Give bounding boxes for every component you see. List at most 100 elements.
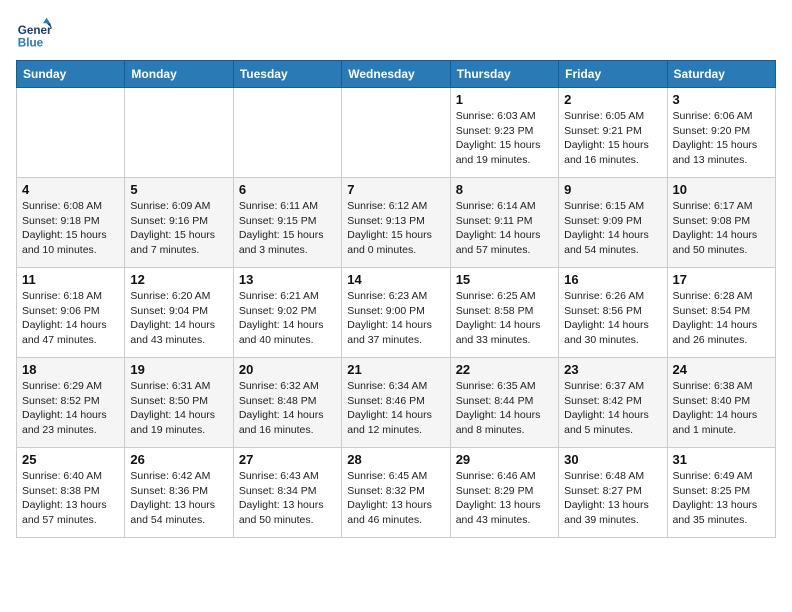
- calendar-header-sunday: Sunday: [17, 61, 125, 88]
- day-info: Sunrise: 6:32 AM Sunset: 8:48 PM Dayligh…: [239, 379, 336, 438]
- calendar-cell: 19 Sunrise: 6:31 AM Sunset: 8:50 PM Dayli…: [125, 358, 233, 448]
- day-number: 27: [239, 452, 336, 467]
- day-info: Sunrise: 6:21 AM Sunset: 9:02 PM Dayligh…: [239, 289, 336, 348]
- calendar-cell: 31 Sunrise: 6:49 AM Sunset: 8:25 PM Dayli…: [667, 448, 775, 538]
- header: General Blue: [16, 16, 776, 52]
- day-number: 22: [456, 362, 553, 377]
- day-info: Sunrise: 6:15 AM Sunset: 9:09 PM Dayligh…: [564, 199, 661, 258]
- calendar-header-tuesday: Tuesday: [233, 61, 341, 88]
- calendar-cell: [125, 88, 233, 178]
- calendar-cell: 15 Sunrise: 6:25 AM Sunset: 8:58 PM Dayli…: [450, 268, 558, 358]
- day-number: 7: [347, 182, 444, 197]
- day-info: Sunrise: 6:09 AM Sunset: 9:16 PM Dayligh…: [130, 199, 227, 258]
- calendar-week-row: 18 Sunrise: 6:29 AM Sunset: 8:52 PM Dayli…: [17, 358, 776, 448]
- calendar-cell: 30 Sunrise: 6:48 AM Sunset: 8:27 PM Dayli…: [559, 448, 667, 538]
- day-number: 25: [22, 452, 119, 467]
- day-info: Sunrise: 6:48 AM Sunset: 8:27 PM Dayligh…: [564, 469, 661, 528]
- calendar-cell: 23 Sunrise: 6:37 AM Sunset: 8:42 PM Dayli…: [559, 358, 667, 448]
- day-number: 11: [22, 272, 119, 287]
- calendar-cell: [17, 88, 125, 178]
- day-number: 18: [22, 362, 119, 377]
- day-info: Sunrise: 6:18 AM Sunset: 9:06 PM Dayligh…: [22, 289, 119, 348]
- calendar-cell: 5 Sunrise: 6:09 AM Sunset: 9:16 PM Daylig…: [125, 178, 233, 268]
- calendar-cell: 2 Sunrise: 6:05 AM Sunset: 9:21 PM Daylig…: [559, 88, 667, 178]
- calendar-cell: 17Sunrise: 6:28 AM Sunset: 8:54 PM Dayli…: [667, 268, 775, 358]
- day-number: 2: [564, 92, 661, 107]
- calendar-cell: 24 Sunrise: 6:38 AM Sunset: 8:40 PM Dayli…: [667, 358, 775, 448]
- day-number: 31: [673, 452, 770, 467]
- calendar-week-row: 1Sunrise: 6:03 AM Sunset: 9:23 PM Daylig…: [17, 88, 776, 178]
- day-info: Sunrise: 6:03 AM Sunset: 9:23 PM Dayligh…: [456, 109, 553, 168]
- day-number: 12: [130, 272, 227, 287]
- day-info: Sunrise: 6:46 AM Sunset: 8:29 PM Dayligh…: [456, 469, 553, 528]
- day-number: 23: [564, 362, 661, 377]
- day-info: Sunrise: 6:20 AM Sunset: 9:04 PM Dayligh…: [130, 289, 227, 348]
- day-number: 20: [239, 362, 336, 377]
- logo: General Blue: [16, 16, 52, 52]
- calendar-cell: 7 Sunrise: 6:12 AM Sunset: 9:13 PM Daylig…: [342, 178, 450, 268]
- day-number: 30: [564, 452, 661, 467]
- day-number: 9: [564, 182, 661, 197]
- day-number: 13: [239, 272, 336, 287]
- calendar-cell: 27 Sunrise: 6:43 AM Sunset: 8:34 PM Dayli…: [233, 448, 341, 538]
- calendar-cell: 6Sunrise: 6:11 AM Sunset: 9:15 PM Daylig…: [233, 178, 341, 268]
- calendar-cell: 8 Sunrise: 6:14 AM Sunset: 9:11 PM Daylig…: [450, 178, 558, 268]
- day-number: 29: [456, 452, 553, 467]
- calendar-cell: 26Sunrise: 6:42 AM Sunset: 8:36 PM Dayli…: [125, 448, 233, 538]
- day-info: Sunrise: 6:45 AM Sunset: 8:32 PM Dayligh…: [347, 469, 444, 528]
- day-info: Sunrise: 6:08 AM Sunset: 9:18 PM Dayligh…: [22, 199, 119, 258]
- calendar-cell: 20 Sunrise: 6:32 AM Sunset: 8:48 PM Dayli…: [233, 358, 341, 448]
- svg-text:General: General: [18, 24, 52, 37]
- day-number: 14: [347, 272, 444, 287]
- calendar-cell: 18 Sunrise: 6:29 AM Sunset: 8:52 PM Dayli…: [17, 358, 125, 448]
- calendar-header-saturday: Saturday: [667, 61, 775, 88]
- calendar-header-friday: Friday: [559, 61, 667, 88]
- calendar-cell: 21 Sunrise: 6:34 AM Sunset: 8:46 PM Dayli…: [342, 358, 450, 448]
- day-info: Sunrise: 6:35 AM Sunset: 8:44 PM Dayligh…: [456, 379, 553, 438]
- calendar-cell: [233, 88, 341, 178]
- day-number: 17: [673, 272, 770, 287]
- day-info: Sunrise: 6:25 AM Sunset: 8:58 PM Dayligh…: [456, 289, 553, 348]
- calendar-cell: 4 Sunrise: 6:08 AM Sunset: 9:18 PM Daylig…: [17, 178, 125, 268]
- day-info: Sunrise: 6:34 AM Sunset: 8:46 PM Dayligh…: [347, 379, 444, 438]
- day-info: Sunrise: 6:49 AM Sunset: 8:25 PM Dayligh…: [673, 469, 770, 528]
- day-info: Sunrise: 6:42 AM Sunset: 8:36 PM Dayligh…: [130, 469, 227, 528]
- day-info: Sunrise: 6:31 AM Sunset: 8:50 PM Dayligh…: [130, 379, 227, 438]
- day-info: Sunrise: 6:43 AM Sunset: 8:34 PM Dayligh…: [239, 469, 336, 528]
- day-number: 8: [456, 182, 553, 197]
- calendar-header-row: SundayMondayTuesdayWednesdayThursdayFrid…: [17, 61, 776, 88]
- day-info: Sunrise: 6:05 AM Sunset: 9:21 PM Dayligh…: [564, 109, 661, 168]
- day-number: 15: [456, 272, 553, 287]
- day-info: Sunrise: 6:40 AM Sunset: 8:38 PM Dayligh…: [22, 469, 119, 528]
- calendar-cell: 1Sunrise: 6:03 AM Sunset: 9:23 PM Daylig…: [450, 88, 558, 178]
- svg-text:Blue: Blue: [18, 37, 44, 50]
- calendar-cell: 16Sunrise: 6:26 AM Sunset: 8:56 PM Dayli…: [559, 268, 667, 358]
- day-number: 19: [130, 362, 227, 377]
- calendar-cell: [342, 88, 450, 178]
- calendar-week-row: 4 Sunrise: 6:08 AM Sunset: 9:18 PM Daylig…: [17, 178, 776, 268]
- calendar-table: SundayMondayTuesdayWednesdayThursdayFrid…: [16, 60, 776, 538]
- day-number: 5: [130, 182, 227, 197]
- day-info: Sunrise: 6:14 AM Sunset: 9:11 PM Dayligh…: [456, 199, 553, 258]
- day-info: Sunrise: 6:12 AM Sunset: 9:13 PM Dayligh…: [347, 199, 444, 258]
- day-info: Sunrise: 6:17 AM Sunset: 9:08 PM Dayligh…: [673, 199, 770, 258]
- calendar-header-thursday: Thursday: [450, 61, 558, 88]
- calendar-cell: 13 Sunrise: 6:21 AM Sunset: 9:02 PM Dayli…: [233, 268, 341, 358]
- day-number: 4: [22, 182, 119, 197]
- day-info: Sunrise: 6:26 AM Sunset: 8:56 PM Dayligh…: [564, 289, 661, 348]
- day-info: Sunrise: 6:11 AM Sunset: 9:15 PM Dayligh…: [239, 199, 336, 258]
- calendar-header-wednesday: Wednesday: [342, 61, 450, 88]
- calendar-cell: 11 Sunrise: 6:18 AM Sunset: 9:06 PM Dayli…: [17, 268, 125, 358]
- calendar-cell: 14Sunrise: 6:23 AM Sunset: 9:00 PM Dayli…: [342, 268, 450, 358]
- day-info: Sunrise: 6:38 AM Sunset: 8:40 PM Dayligh…: [673, 379, 770, 438]
- day-info: Sunrise: 6:29 AM Sunset: 8:52 PM Dayligh…: [22, 379, 119, 438]
- calendar-header-monday: Monday: [125, 61, 233, 88]
- day-number: 24: [673, 362, 770, 377]
- calendar-cell: 3Sunrise: 6:06 AM Sunset: 9:20 PM Daylig…: [667, 88, 775, 178]
- day-info: Sunrise: 6:37 AM Sunset: 8:42 PM Dayligh…: [564, 379, 661, 438]
- day-number: 3: [673, 92, 770, 107]
- day-number: 10: [673, 182, 770, 197]
- day-number: 28: [347, 452, 444, 467]
- calendar-cell: 29 Sunrise: 6:46 AM Sunset: 8:29 PM Dayli…: [450, 448, 558, 538]
- day-number: 21: [347, 362, 444, 377]
